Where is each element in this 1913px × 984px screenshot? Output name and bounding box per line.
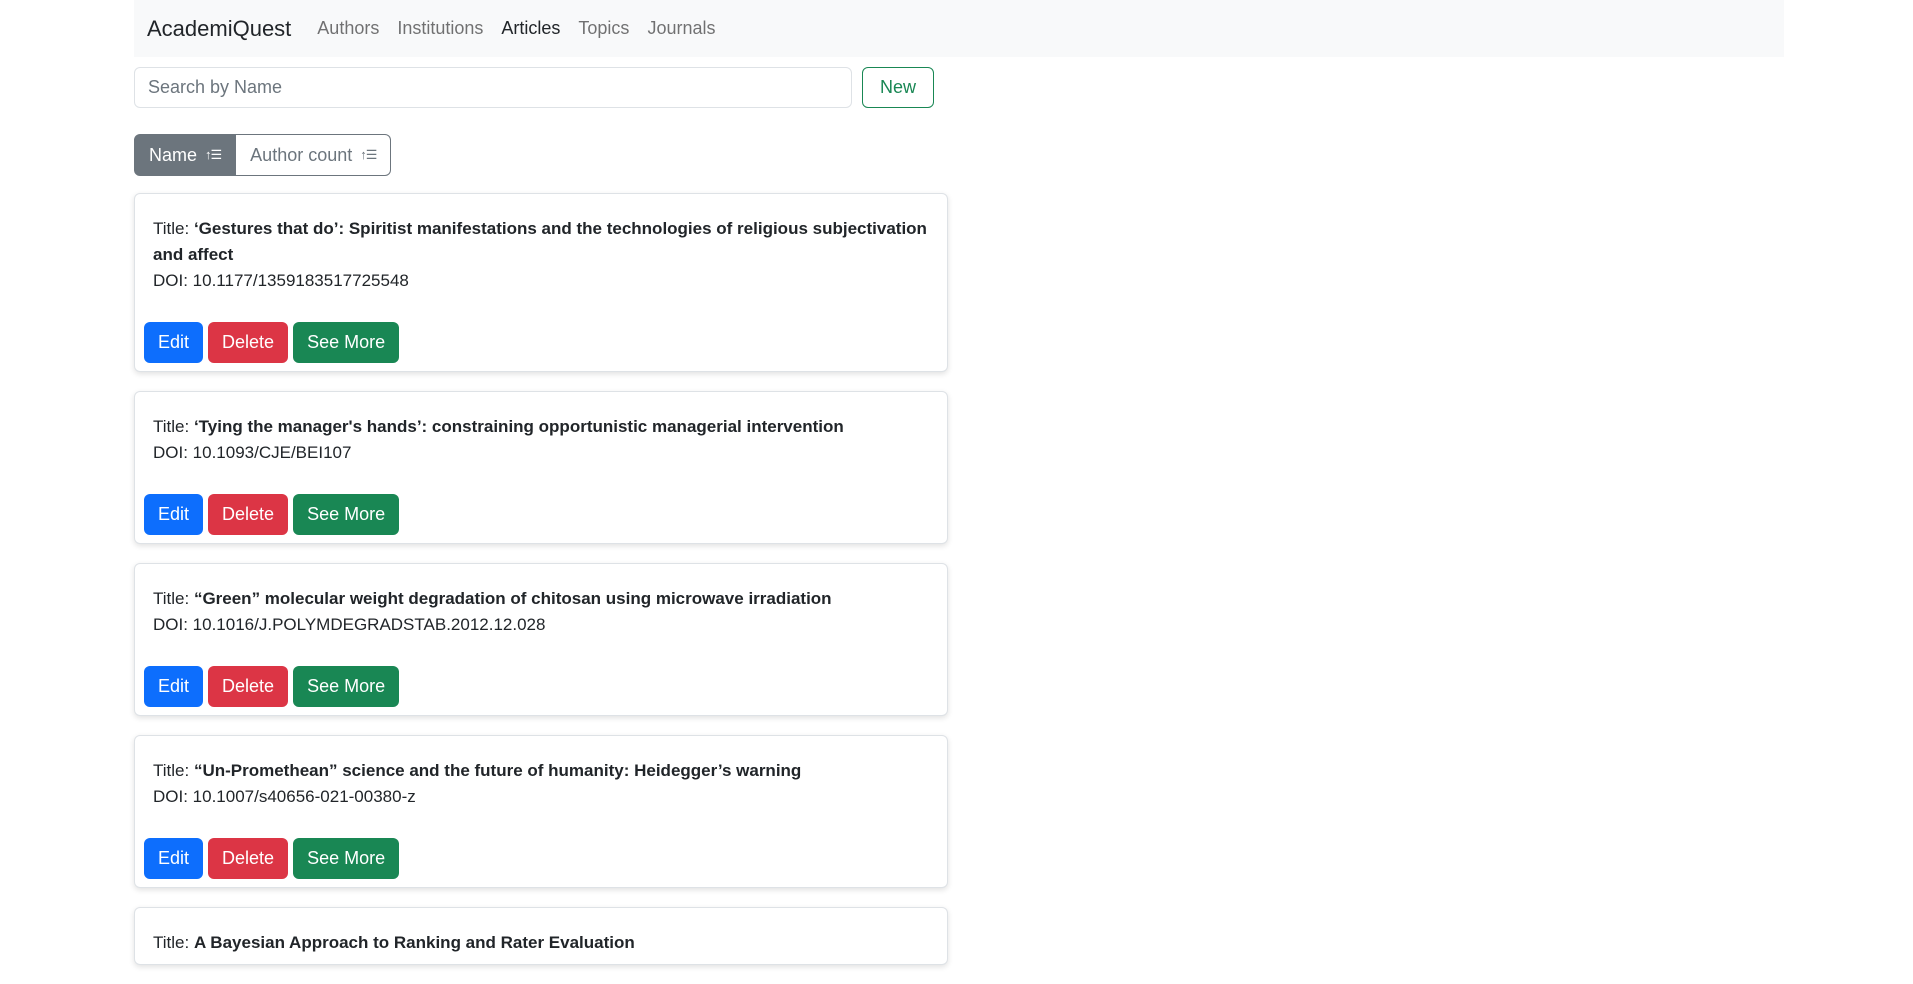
page-container: AcademiQuest Authors Institutions Articl…	[134, 0, 1784, 965]
delete-button[interactable]: Delete	[208, 322, 289, 363]
article-card: Title: “Green” molecular weight degradat…	[134, 563, 948, 716]
article-title-line: Title: “Un-Promethean” science and the f…	[153, 758, 929, 784]
see-more-button[interactable]: See More	[293, 322, 400, 363]
sort-by-author-count-label: Author count	[250, 144, 353, 165]
see-more-button[interactable]: See More	[293, 838, 400, 879]
article-title: “Green” molecular weight degradation of …	[193, 589, 832, 608]
article-doi-line: DOI: 10.1177/1359183517725548	[153, 268, 929, 294]
article-title: “Un-Promethean” science and the future o…	[193, 761, 802, 780]
search-input[interactable]	[134, 67, 852, 108]
article-title-line: Title: ‘Gestures that do’: Spiritist man…	[153, 216, 929, 268]
new-button[interactable]: New	[862, 67, 934, 108]
title-prefix: Title:	[153, 219, 194, 238]
title-prefix: Title:	[153, 417, 194, 436]
search-row: New	[134, 67, 934, 108]
sort-by-name-button[interactable]: Name ↑☰	[134, 134, 237, 176]
title-prefix: Title:	[153, 761, 194, 780]
article-title: A Bayesian Approach to Ranking and Rater…	[193, 933, 635, 952]
card-actions: Edit Delete See More	[144, 322, 929, 363]
edit-button[interactable]: Edit	[144, 666, 204, 707]
nav-link-journals[interactable]: Journals	[647, 18, 715, 39]
article-doi-line: DOI: 10.1016/J.POLYMDEGRADSTAB.2012.12.0…	[153, 612, 929, 638]
see-more-button[interactable]: See More	[293, 494, 400, 535]
card-actions: Edit Delete See More	[144, 494, 929, 535]
nav-link-authors[interactable]: Authors	[317, 18, 379, 39]
brand-link[interactable]: AcademiQuest	[147, 16, 291, 42]
edit-button[interactable]: Edit	[144, 838, 204, 879]
article-doi: 10.1177/1359183517725548	[192, 271, 409, 290]
delete-button[interactable]: Delete	[208, 666, 289, 707]
delete-button[interactable]: Delete	[208, 494, 289, 535]
article-title: ‘Gestures that do’: Spiritist manifestat…	[153, 219, 927, 264]
card-actions: Edit Delete See More	[144, 666, 929, 707]
sort-by-name-label: Name	[149, 144, 198, 165]
article-list: Title: ‘Gestures that do’: Spiritist man…	[134, 193, 948, 984]
sort-ascending-icon: ↑☰	[205, 147, 222, 162]
article-card: Title: A Bayesian Approach to Ranking an…	[134, 907, 948, 965]
article-title-line: Title: “Green” molecular weight degradat…	[153, 586, 929, 612]
article-doi-line: DOI: 10.1007/s40656-021-00380-z	[153, 784, 929, 810]
title-prefix: Title:	[153, 589, 194, 608]
sort-by-author-count-button[interactable]: Author count ↑☰	[236, 134, 392, 176]
card-actions: Edit Delete See More	[144, 838, 929, 879]
article-doi-line: DOI: 10.1093/CJE/BEI107	[153, 440, 929, 466]
doi-prefix: DOI:	[153, 271, 193, 290]
nav-link-institutions[interactable]: Institutions	[397, 18, 483, 39]
article-title-line: Title: ‘Tying the manager's hands’: cons…	[153, 414, 929, 440]
article-card: Title: ‘Tying the manager's hands’: cons…	[134, 391, 948, 544]
article-doi: 10.1016/J.POLYMDEGRADSTAB.2012.12.028	[192, 615, 546, 634]
article-doi: 10.1007/s40656-021-00380-z	[192, 787, 416, 806]
see-more-button[interactable]: See More	[293, 666, 400, 707]
doi-prefix: DOI:	[153, 787, 193, 806]
edit-button[interactable]: Edit	[144, 322, 204, 363]
edit-button[interactable]: Edit	[144, 494, 204, 535]
sort-button-group: Name ↑☰ Author count ↑☰	[134, 134, 392, 176]
doi-prefix: DOI:	[153, 443, 193, 462]
article-title-line: Title: A Bayesian Approach to Ranking an…	[153, 930, 929, 956]
article-doi: 10.1093/CJE/BEI107	[192, 443, 352, 462]
article-title: ‘Tying the manager's hands’: constrainin…	[193, 417, 844, 436]
doi-prefix: DOI:	[153, 615, 193, 634]
article-card: Title: ‘Gestures that do’: Spiritist man…	[134, 193, 948, 372]
title-prefix: Title:	[153, 933, 194, 952]
sort-ascending-icon: ↑☰	[360, 147, 377, 162]
delete-button[interactable]: Delete	[208, 838, 289, 879]
nav-link-articles[interactable]: Articles	[501, 18, 560, 39]
navbar: AcademiQuest Authors Institutions Articl…	[134, 0, 1784, 57]
article-card: Title: “Un-Promethean” science and the f…	[134, 735, 948, 888]
nav-link-topics[interactable]: Topics	[578, 18, 629, 39]
